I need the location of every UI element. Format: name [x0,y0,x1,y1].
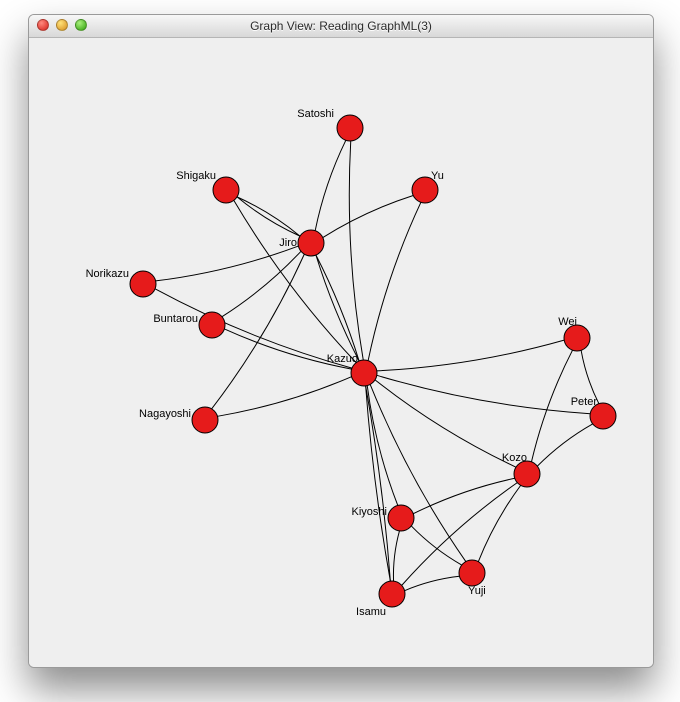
node-label: Satoshi [297,108,334,120]
edge [366,386,391,581]
node-label: Peter [571,396,598,408]
graph-node-yuji[interactable]: Yuji [459,560,486,597]
titlebar[interactable]: Graph View: Reading GraphML(3) [29,15,653,38]
edge [405,576,460,590]
node-circle[interactable] [514,461,540,487]
traffic-lights [37,19,87,31]
node-circle[interactable] [199,312,225,338]
graph-node-buntarou[interactable]: Buntarou [153,312,225,338]
node-label: Yu [431,170,444,182]
edge [237,197,300,236]
window-title: Graph View: Reading GraphML(3) [250,19,432,33]
node-circle[interactable] [298,230,324,256]
node-label: Buntarou [153,313,198,325]
node-circle[interactable] [192,407,218,433]
node-circle[interactable] [388,505,414,531]
edge [315,140,346,230]
edges-group [155,140,599,590]
node-label: Isamu [356,606,386,618]
node-circle[interactable] [379,581,405,607]
edge [367,386,398,506]
zoom-icon[interactable] [75,19,87,31]
edge [156,246,299,281]
node-circle[interactable] [459,560,485,586]
edge [537,424,592,466]
graph-node-jiro[interactable]: Jiro [279,230,324,256]
edge [234,200,356,362]
graph-node-kiyoshi[interactable]: Kiyoshi [352,505,414,531]
edge [411,526,461,565]
graph-canvas[interactable]: Satoshi Shigaku Yu Jiro Norikazu Buntarou Kazu… [29,38,653,667]
edge [217,377,351,417]
graph-node-yu[interactable]: Yu [412,170,444,203]
minimize-icon[interactable] [56,19,68,31]
node-label: Norikazu [86,268,129,280]
graph-node-kazuo[interactable]: Kazuo [327,353,377,386]
edge [323,195,413,237]
node-circle[interactable] [337,115,363,141]
nodes-group: Satoshi Shigaku Yu Jiro Norikazu Buntarou Kazu… [86,108,616,618]
edge [368,202,421,360]
edge [155,289,352,368]
node-label: Kazuo [327,353,358,365]
node-label: Jiro [279,237,297,249]
node-circle[interactable] [130,271,156,297]
edge [393,531,399,581]
node-label: Wei [558,316,577,328]
graph-node-isamu[interactable]: Isamu [356,581,405,618]
graph-node-wei[interactable]: Wei [558,316,590,351]
node-label: Yuji [468,585,486,597]
node-label: Nagayoshi [139,408,191,420]
edge [212,254,305,409]
graph-node-shigaku[interactable]: Shigaku [176,170,239,203]
app-window: Graph View: Reading GraphML(3) Satoshi Sh… [28,14,654,668]
graph-node-kozo[interactable]: Kozo [502,452,540,487]
graph-svg: Satoshi Shigaku Yu Jiro Norikazu Buntarou Kazu… [29,38,653,667]
node-label: Kiyoshi [352,506,387,518]
edge [366,386,391,581]
close-icon[interactable] [37,19,49,31]
node-circle[interactable] [564,325,590,351]
edge [478,485,520,561]
graph-node-nagayoshi[interactable]: Nagayoshi [139,407,218,433]
edge [237,197,300,236]
node-circle[interactable] [213,177,239,203]
graph-node-satoshi[interactable]: Satoshi [297,108,363,141]
node-label: Kozo [502,452,527,464]
node-label: Shigaku [176,170,216,182]
edge [377,340,564,371]
edge [349,141,363,360]
edge [531,350,572,462]
graph-node-norikazu[interactable]: Norikazu [86,268,156,297]
